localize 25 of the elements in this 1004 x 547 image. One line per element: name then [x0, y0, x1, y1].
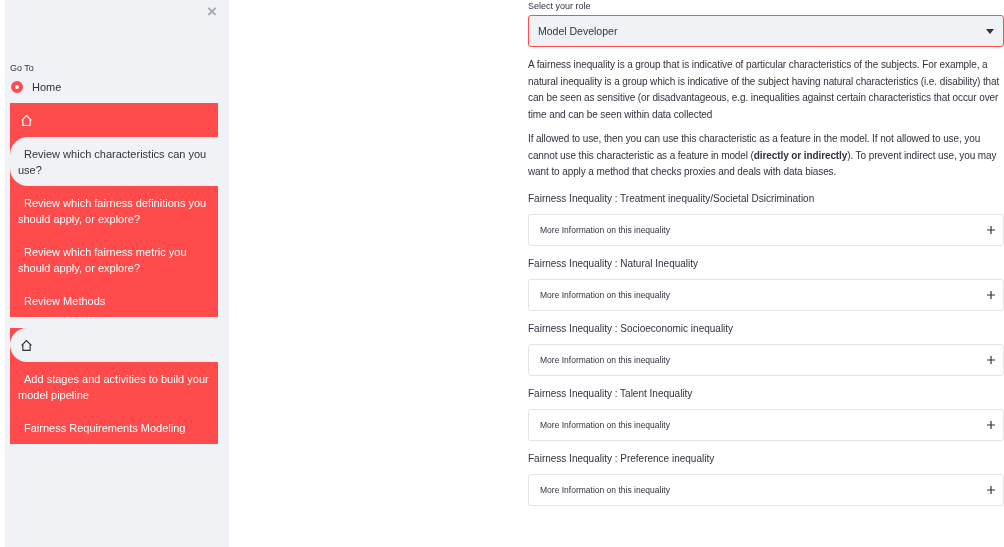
plus-icon	[987, 355, 995, 364]
select-label: Select your role	[528, 1, 592, 11]
plus-icon	[987, 420, 995, 429]
paragraph: A fairness inequality is a group that is indicative of particular characteristics of the subjects. For example, a natural inequality is a group which is indicative of the subject having natural characteristics (i.e. disability) that can be seen as sensitive (or disadvantageous, e.g. inequalities against certain characteristics that occur over time and can be seen within data collected	[528, 58, 1001, 122]
plus-icon	[987, 225, 995, 234]
expander[interactable]: More Information on this inequality	[528, 408, 1004, 441]
home-icon	[20, 339, 33, 352]
expander[interactable]: More Information on this inequality	[528, 213, 1004, 246]
expander[interactable]: More Information on this inequality	[528, 343, 1004, 376]
role-select[interactable]: Model Developer	[528, 15, 1004, 47]
inequality-heading: Fairness Inequality : Socioeconomic inequality	[528, 322, 735, 334]
expander[interactable]: More Information on this inequality	[528, 473, 1004, 506]
inequality-heading: Fairness Inequality : Talent Inequality	[528, 387, 694, 399]
caret-icon	[986, 28, 994, 34]
plus-icon	[987, 485, 995, 494]
paragraph: If allowed to use, then you can use this characteristic as a feature in the model. If not allowed to use, you cannot use this characteristic as a feature in model (directly or indirectly). To prevent indirect use, you may want to apply a method that checks proxies and deals with data biases.	[528, 132, 998, 179]
inequality-heading: Fairness Inequality : Treatment inequality/Societal Dsicrimination	[528, 192, 816, 204]
radio-option[interactable]: Home	[11, 81, 62, 93]
home-icon	[20, 114, 33, 127]
menu-item[interactable]: Review which characteristics can you use?	[10, 137, 218, 186]
inequality-heading: Fairness Inequality : Natural Inequality	[528, 257, 700, 269]
plus-icon	[987, 290, 995, 299]
expander[interactable]: More Information on this inequality	[528, 278, 1004, 311]
inequality-heading: Fairness Inequality : Preference inequality	[528, 452, 716, 464]
radio-group-label: Go To	[10, 63, 35, 73]
